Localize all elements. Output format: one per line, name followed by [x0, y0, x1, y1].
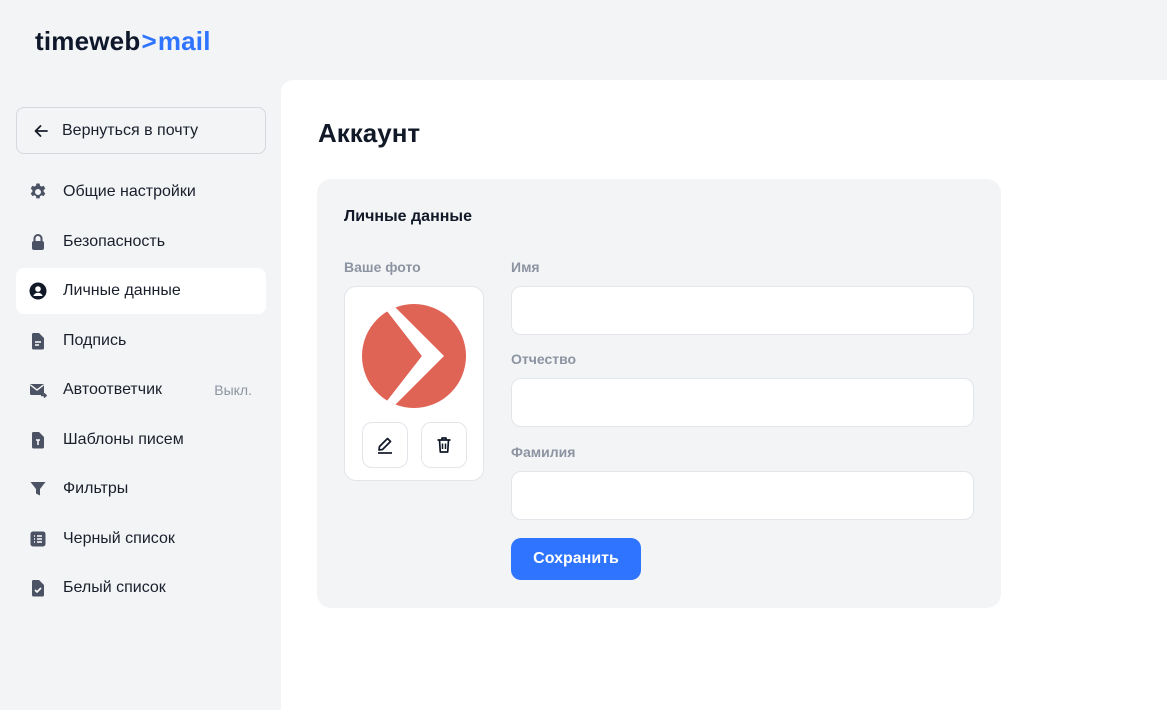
sidebar-item-blacklist[interactable]: Черный список: [16, 516, 266, 562]
user-circle-icon: [29, 282, 47, 300]
edit-photo-button[interactable]: [362, 422, 408, 468]
brand-logo: timeweb > mail: [35, 26, 211, 57]
sidebar-item-label: Черный список: [63, 529, 175, 547]
card-title: Личные данные: [344, 208, 472, 225]
mail-forward-icon: [30, 384, 48, 399]
gear-icon: [30, 183, 46, 199]
delete-photo-button[interactable]: [421, 422, 467, 468]
photo-box: [344, 286, 484, 481]
sidebar-item-personal-data[interactable]: Личные данные: [16, 268, 266, 314]
check-document-icon: [31, 580, 44, 597]
sidebar-item-label: Личные данные: [63, 282, 181, 299]
lock-icon: [32, 233, 44, 250]
sidebar-item-templates[interactable]: Шаблоны писем: [16, 417, 266, 463]
sidebar: Вернуться в почту Общие настройки Безопа…: [16, 107, 266, 615]
brand-separator: >: [141, 26, 157, 56]
back-to-mail-button[interactable]: Вернуться в почту: [16, 107, 266, 154]
brand-name: timeweb: [35, 26, 141, 56]
brand-product: mail: [157, 26, 211, 56]
pencil-icon: [378, 437, 392, 454]
sidebar-item-label: Белый список: [63, 579, 166, 596]
avatar: [362, 304, 466, 408]
save-button[interactable]: Сохранить: [511, 538, 641, 580]
back-to-mail-label: Вернуться в почту: [62, 121, 199, 139]
template-icon: [31, 431, 44, 448]
filter-icon: [30, 482, 46, 496]
sidebar-item-whitelist[interactable]: Белый список: [16, 565, 266, 611]
last-name-label: Фамилия: [511, 444, 576, 460]
patronymic-input[interactable]: [511, 378, 974, 427]
list-icon: [30, 531, 46, 546]
sidebar-item-label: Подпись: [63, 331, 127, 349]
sidebar-item-general[interactable]: Общие настройки: [16, 169, 266, 215]
personal-data-card: Личные данные Ваше фото Имя Отчество Фам…: [317, 179, 1001, 608]
trash-icon: [437, 437, 451, 453]
document-icon: [31, 332, 44, 349]
sidebar-item-label: Шаблоны писем: [63, 430, 184, 448]
sidebar-item-label: Безопасность: [63, 232, 166, 250]
arrow-left-icon: [34, 124, 48, 137]
first-name-label: Имя: [511, 259, 540, 275]
sidebar-item-label: Фильтры: [63, 480, 129, 497]
first-name-input[interactable]: [511, 286, 974, 335]
page-title: Аккаунт: [318, 118, 421, 148]
photo-label: Ваше фото: [344, 259, 421, 275]
sidebar-item-label: Общие настройки: [63, 183, 196, 200]
sidebar-item-label: Автоответчик: [63, 381, 163, 398]
settings-menu: Общие настройки Безопасность Личные данн…: [16, 169, 266, 611]
main-content: Аккаунт Личные данные Ваше фото Имя Отче…: [281, 80, 1167, 710]
sidebar-item-signature[interactable]: Подпись: [16, 318, 266, 364]
sidebar-item-security[interactable]: Безопасность: [16, 219, 266, 265]
sidebar-item-filters[interactable]: Фильтры: [16, 466, 266, 512]
sidebar-item-autoresponder[interactable]: Автоответчик Выкл.: [16, 367, 266, 413]
autoresponder-status-badge: Выкл.: [214, 382, 252, 398]
last-name-input[interactable]: [511, 471, 974, 520]
patronymic-label: Отчество: [511, 351, 577, 367]
